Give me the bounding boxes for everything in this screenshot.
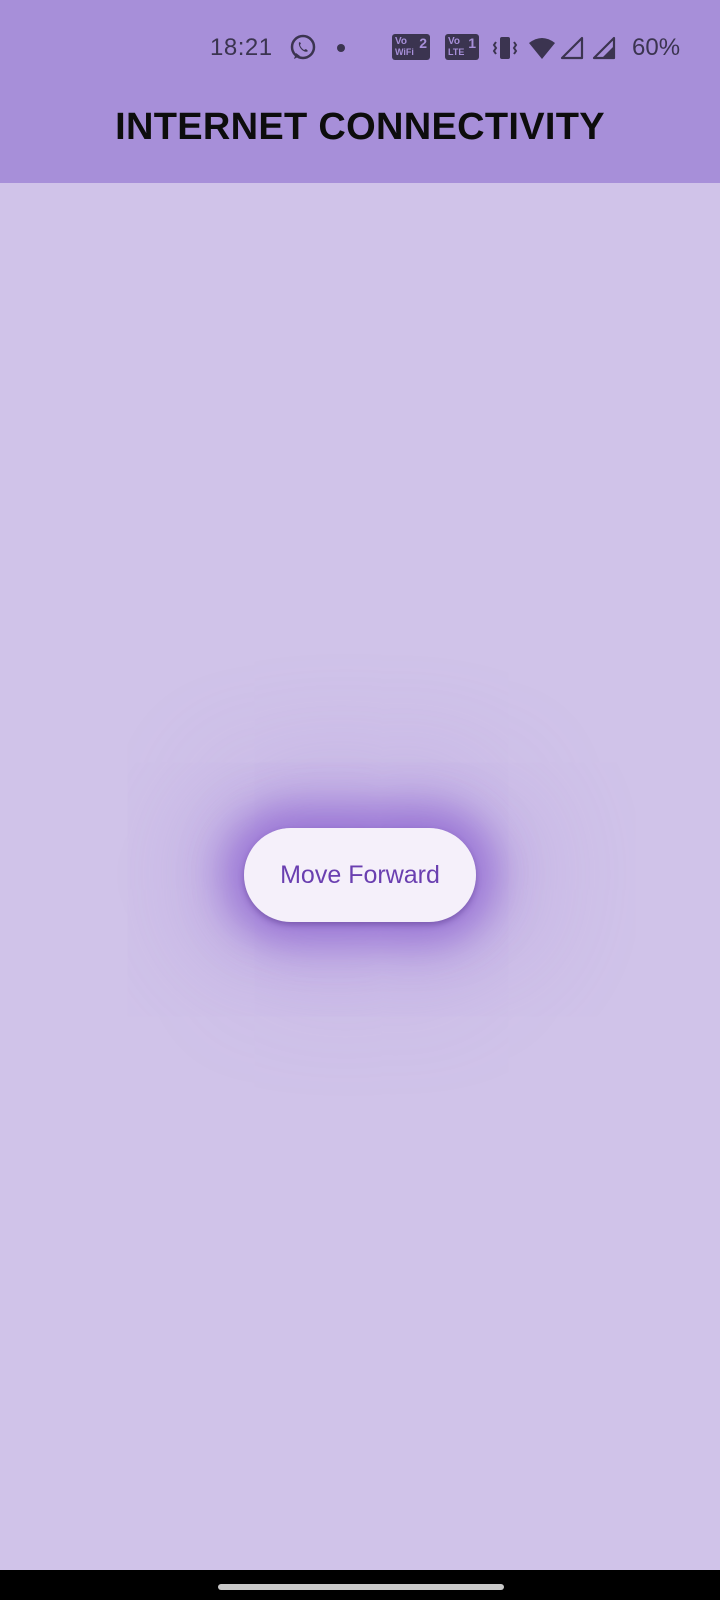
volte-top-text: Vo [448, 36, 461, 47]
status-bar: 18:21 Vo WiFi 2 Vo LTE 1 60% [0, 30, 720, 66]
volte-icon: Vo LTE 1 [445, 34, 479, 60]
move-forward-button[interactable]: Move Forward [244, 828, 476, 922]
vibrate-icon [492, 37, 518, 59]
status-time: 18:21 [210, 34, 273, 61]
vowifi-sim-number: 2 [419, 35, 427, 51]
notification-dot-icon [337, 44, 345, 52]
volte-sim-number: 1 [468, 35, 476, 51]
whatsapp-icon [290, 34, 316, 60]
signal-sim1-icon [560, 36, 584, 60]
app-title: INTERNET CONNECTIVITY [115, 106, 605, 148]
vowifi-icon: Vo WiFi 2 [392, 34, 430, 60]
wifi-icon [529, 38, 555, 59]
gesture-handle[interactable] [218, 1584, 504, 1590]
app-bar: 18:21 Vo WiFi 2 Vo LTE 1 60% INTERNET CO… [0, 0, 720, 183]
vowifi-top-text: Vo [395, 36, 408, 47]
battery-percentage: 60% [632, 34, 681, 61]
signal-sim2-icon [592, 36, 616, 60]
